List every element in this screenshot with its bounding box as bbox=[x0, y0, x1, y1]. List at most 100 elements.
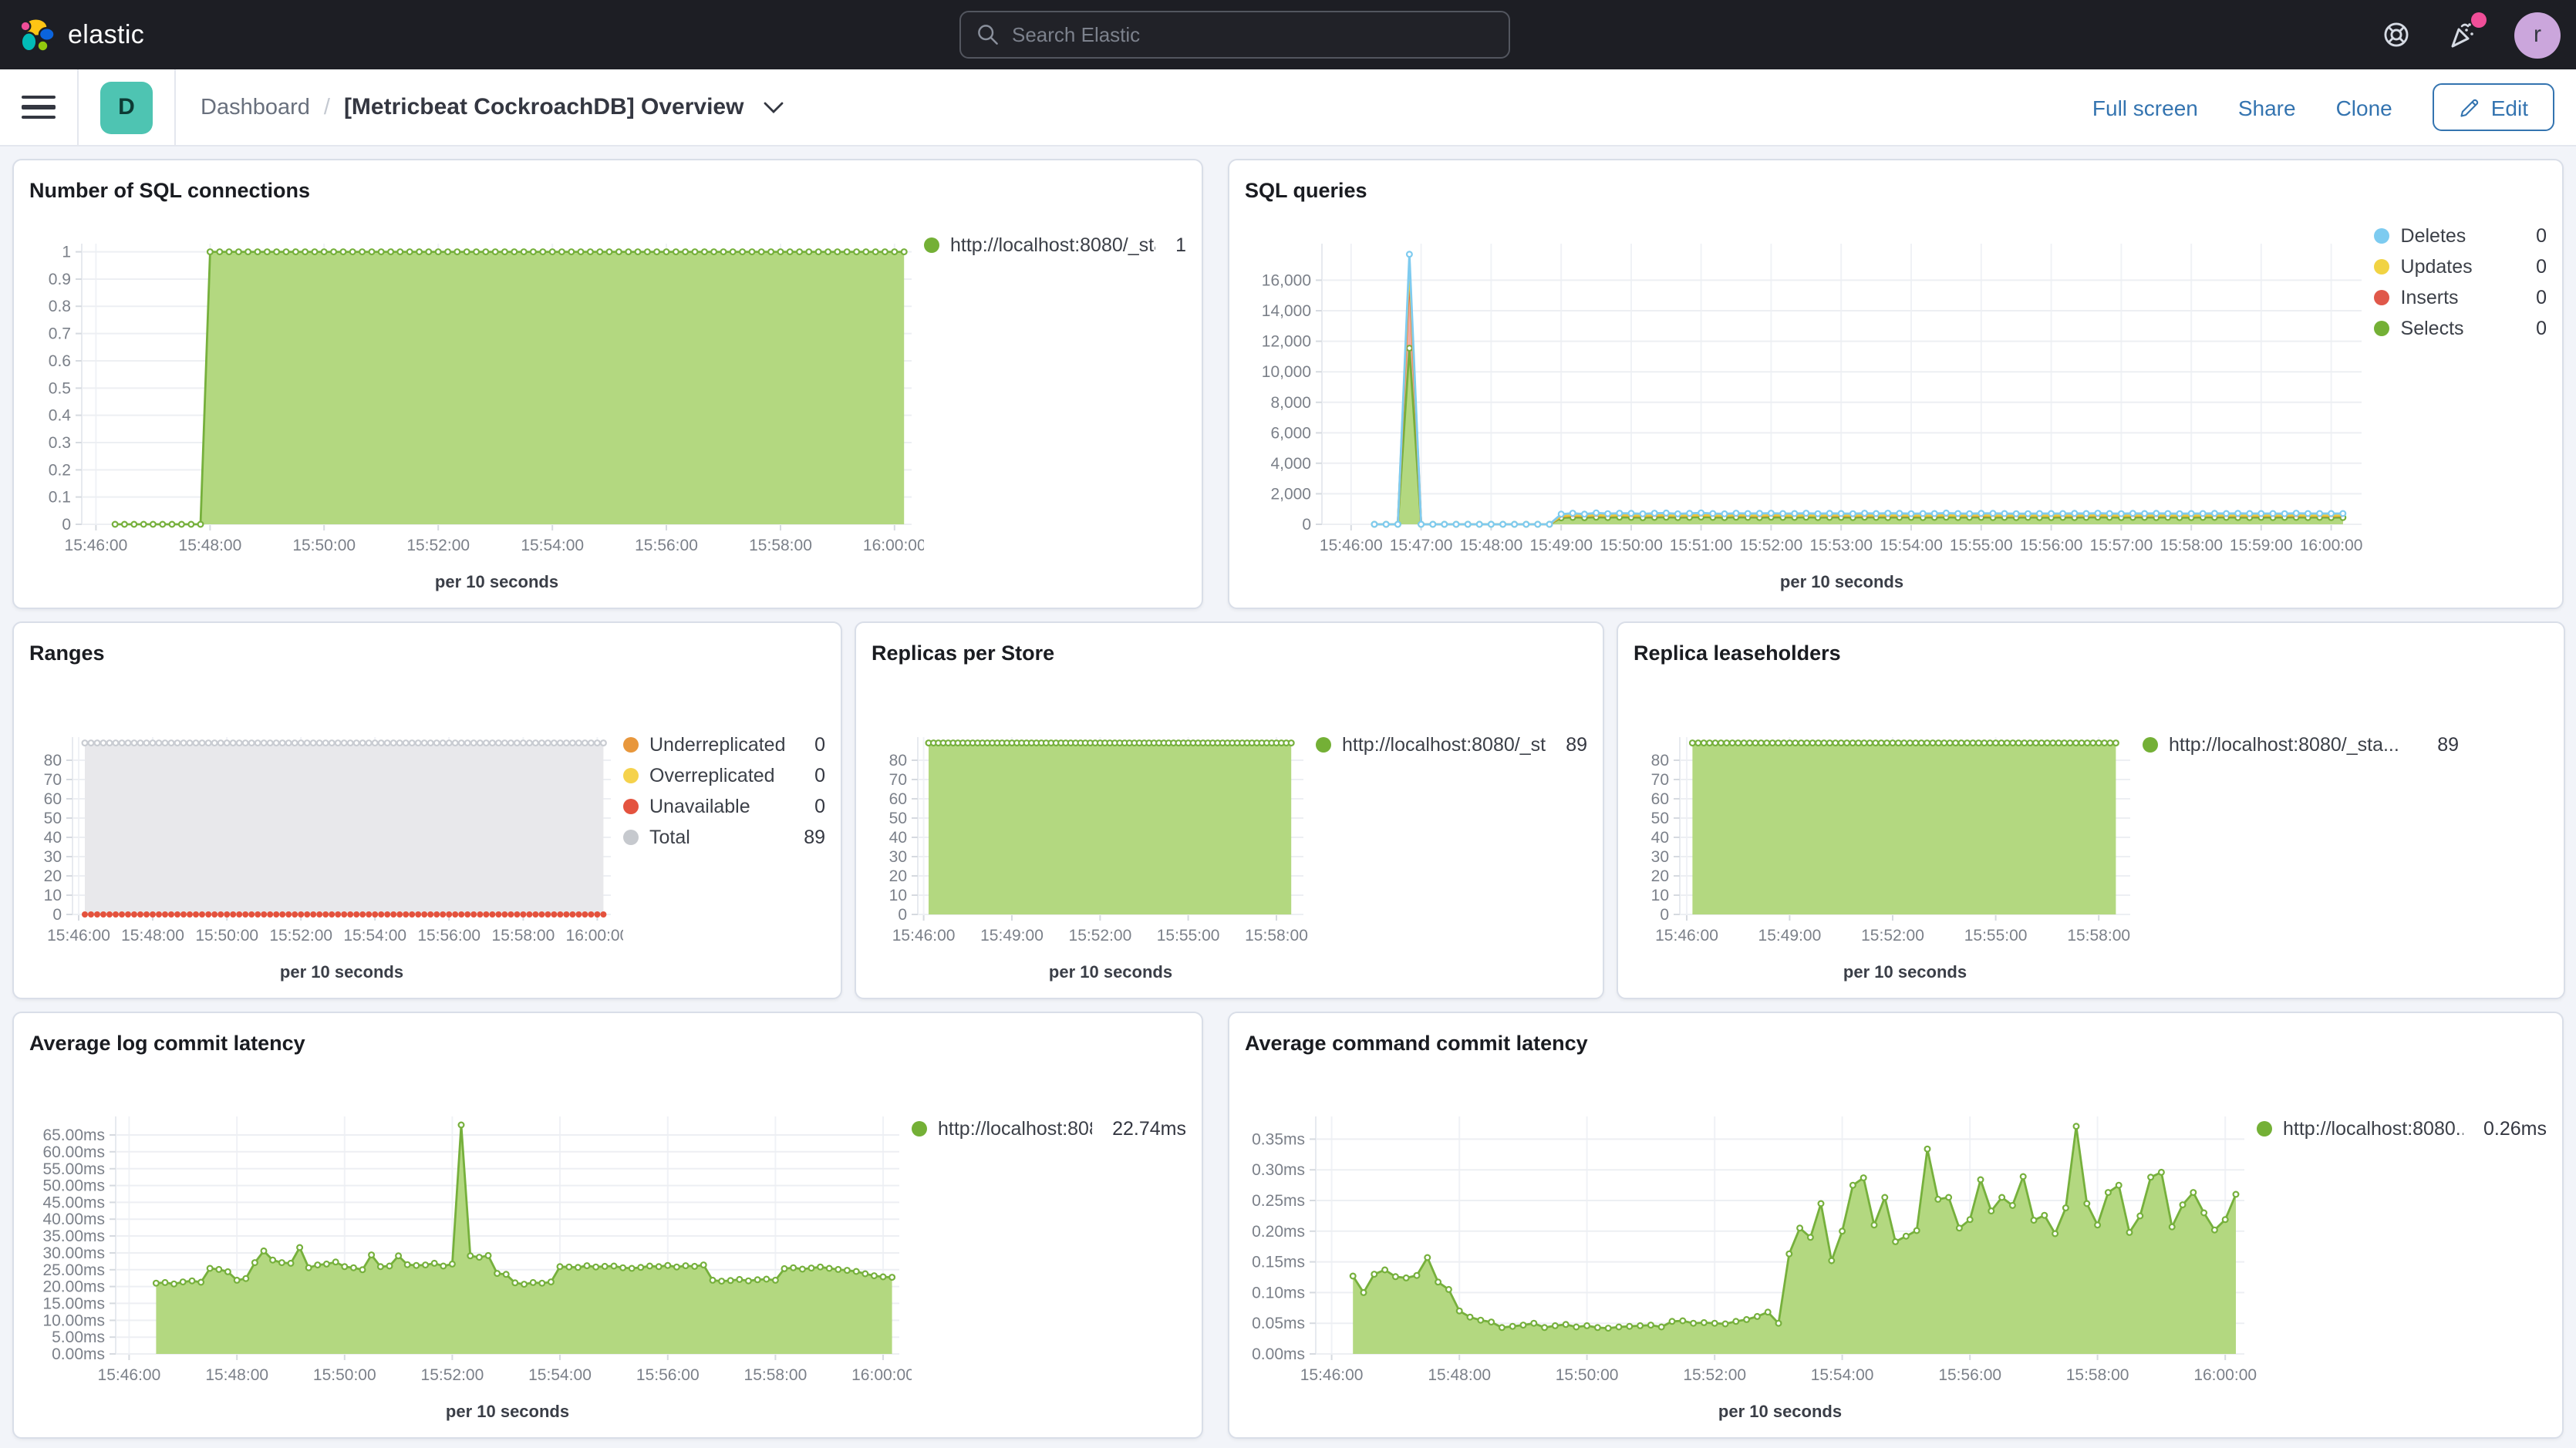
legend-item[interactable]: Selects0 bbox=[2375, 318, 2547, 339]
svg-text:per 10 seconds: per 10 seconds bbox=[446, 1402, 569, 1421]
chart-legend: http://localhost:8080/_stat...1 bbox=[924, 213, 1186, 595]
svg-text:15:58:00: 15:58:00 bbox=[749, 537, 812, 554]
area-chart[interactable]: 15:46:0015:48:0015:50:0015:52:0015:54:00… bbox=[29, 675, 623, 985]
legend-value: 89 bbox=[2428, 734, 2459, 756]
legend-label: http://localhost:8080/_sta... bbox=[1342, 734, 1546, 756]
svg-text:0.00ms: 0.00ms bbox=[52, 1345, 105, 1363]
svg-text:25.00ms: 25.00ms bbox=[42, 1261, 105, 1279]
legend-item[interactable]: http://localhost:8080/_stat...1 bbox=[924, 234, 1186, 256]
legend-swatch bbox=[623, 768, 639, 783]
area-chart[interactable]: 15:46:0015:48:0015:50:0015:52:0015:54:00… bbox=[29, 213, 924, 595]
svg-text:30: 30 bbox=[889, 848, 907, 866]
svg-text:0: 0 bbox=[898, 906, 907, 924]
legend-item[interactable]: Total89 bbox=[623, 827, 825, 848]
svg-text:per 10 seconds: per 10 seconds bbox=[435, 572, 558, 591]
panel-replicas-per-store[interactable]: Replicas per Store 15:46:0015:49:0015:52… bbox=[855, 621, 1604, 999]
area-chart[interactable]: 15:46:0015:49:0015:52:0015:55:0015:58:00… bbox=[1634, 675, 2143, 985]
legend-item[interactable]: Updates0 bbox=[2375, 256, 2547, 278]
panel-sql-queries[interactable]: SQL queries 15:46:0015:47:0015:48:0015:4… bbox=[1228, 159, 2564, 609]
panel-ranges[interactable]: Ranges 15:46:0015:48:0015:50:0015:52:001… bbox=[12, 621, 842, 999]
legend-swatch bbox=[623, 799, 639, 814]
legend-label: http://localhost:8080/_stat... bbox=[950, 234, 1155, 256]
svg-text:15:48:00: 15:48:00 bbox=[121, 927, 184, 945]
area-chart[interactable]: 15:46:0015:48:0015:50:0015:52:0015:54:00… bbox=[29, 1066, 912, 1425]
edit-button[interactable]: Edit bbox=[2433, 83, 2554, 131]
dashboard-app-badge[interactable]: D bbox=[100, 81, 153, 133]
svg-text:1: 1 bbox=[62, 244, 71, 261]
svg-text:15:54:00: 15:54:00 bbox=[521, 537, 584, 554]
legend-item[interactable]: http://localhost:8080...0.26ms bbox=[2257, 1118, 2547, 1140]
svg-text:16:00:00: 16:00:00 bbox=[2300, 537, 2363, 554]
svg-text:40: 40 bbox=[889, 829, 907, 847]
svg-text:15:54:00: 15:54:00 bbox=[528, 1366, 592, 1384]
svg-text:15:50:00: 15:50:00 bbox=[313, 1366, 376, 1384]
panel-replica-leaseholders[interactable]: Replica leaseholders 15:46:0015:49:0015:… bbox=[1617, 621, 2565, 999]
global-search[interactable] bbox=[959, 11, 1510, 59]
svg-text:70: 70 bbox=[1651, 771, 1669, 789]
dashboard-page: elastic bbox=[0, 0, 2576, 1448]
legend-item[interactable]: Unavailable0 bbox=[623, 796, 825, 817]
svg-text:15:47:00: 15:47:00 bbox=[1390, 537, 1453, 554]
help-button[interactable] bbox=[2379, 18, 2412, 52]
svg-text:30: 30 bbox=[44, 848, 62, 866]
svg-text:0: 0 bbox=[1302, 516, 1311, 534]
svg-text:80: 80 bbox=[44, 752, 62, 769]
divider bbox=[174, 69, 176, 146]
legend-label: Selects bbox=[2401, 318, 2464, 339]
share-button[interactable]: Share bbox=[2238, 95, 2296, 120]
svg-text:0: 0 bbox=[52, 906, 62, 924]
area-chart[interactable]: 15:46:0015:48:0015:50:0015:52:0015:54:00… bbox=[1245, 1066, 2257, 1425]
avatar[interactable]: r bbox=[2514, 12, 2561, 58]
svg-text:0.10ms: 0.10ms bbox=[1252, 1284, 1305, 1302]
svg-text:10: 10 bbox=[889, 887, 907, 904]
legend-item[interactable]: Underreplicated0 bbox=[623, 734, 825, 756]
elastic-logo[interactable]: elastic bbox=[0, 16, 144, 53]
svg-text:20: 20 bbox=[889, 867, 907, 885]
panel-title: Average command commit latency bbox=[1245, 1029, 2547, 1066]
svg-text:0.4: 0.4 bbox=[49, 407, 72, 425]
svg-text:15:52:00: 15:52:00 bbox=[1683, 1366, 1746, 1384]
pencil-icon bbox=[2459, 96, 2480, 118]
svg-text:0.05ms: 0.05ms bbox=[1252, 1315, 1305, 1332]
svg-text:0.30ms: 0.30ms bbox=[1252, 1161, 1305, 1179]
news-button[interactable] bbox=[2446, 18, 2480, 52]
legend-item[interactable]: http://localhost:8080/_sta...89 bbox=[1316, 734, 1587, 756]
svg-text:15:52:00: 15:52:00 bbox=[1740, 537, 1803, 554]
svg-text:15:52:00: 15:52:00 bbox=[269, 927, 332, 945]
full-screen-button[interactable]: Full screen bbox=[2092, 95, 2198, 120]
svg-text:4,000: 4,000 bbox=[1270, 455, 1311, 473]
svg-text:15:58:00: 15:58:00 bbox=[2066, 1366, 2129, 1384]
title-menu-button[interactable] bbox=[764, 100, 784, 114]
legend-item[interactable]: Overreplicated0 bbox=[623, 765, 825, 786]
area-chart[interactable]: 15:46:0015:47:0015:48:0015:49:0015:50:00… bbox=[1245, 213, 2375, 595]
menu-button[interactable] bbox=[22, 95, 56, 120]
legend-value: 0 bbox=[805, 734, 825, 756]
search-input[interactable] bbox=[1012, 23, 1493, 46]
chart-legend: http://localhost:808...22.74ms bbox=[912, 1066, 1186, 1425]
svg-text:15:50:00: 15:50:00 bbox=[195, 927, 258, 945]
toolbar-actions: Full screen Share Clone Edit bbox=[2092, 83, 2554, 131]
legend-item[interactable]: http://localhost:808...22.74ms bbox=[912, 1118, 1186, 1140]
panel-sql-connections[interactable]: Number of SQL connections 15:46:0015:48:… bbox=[12, 159, 1203, 609]
legend-item[interactable]: Inserts0 bbox=[2375, 287, 2547, 308]
svg-text:15:50:00: 15:50:00 bbox=[1600, 537, 1663, 554]
panel-title: Replicas per Store bbox=[872, 638, 1587, 675]
legend-label: http://localhost:8080... bbox=[2283, 1118, 2463, 1140]
legend-value: 0 bbox=[2527, 256, 2547, 278]
svg-text:50: 50 bbox=[1651, 810, 1669, 827]
panel-log-commit-latency[interactable]: Average log commit latency 15:46:0015:48… bbox=[12, 1012, 1203, 1439]
chart-legend: Underreplicated0 Overreplicated0 Unavailab… bbox=[623, 675, 825, 985]
legend-item[interactable]: http://localhost:8080/_sta...89 bbox=[2143, 734, 2459, 756]
breadcrumb-dashboard-link[interactable]: Dashboard bbox=[201, 95, 310, 120]
chart-legend: http://localhost:8080/_sta...89 bbox=[1316, 675, 1587, 985]
svg-text:15:56:00: 15:56:00 bbox=[635, 537, 698, 554]
legend-item[interactable]: Deletes0 bbox=[2375, 225, 2547, 247]
svg-text:10: 10 bbox=[44, 887, 62, 904]
area-chart[interactable]: 15:46:0015:49:0015:52:0015:55:0015:58:00… bbox=[872, 675, 1316, 985]
clone-button[interactable]: Clone bbox=[2336, 95, 2392, 120]
svg-text:35.00ms: 35.00ms bbox=[42, 1227, 105, 1245]
panel-command-commit-latency[interactable]: Average command commit latency 15:46:001… bbox=[1228, 1012, 2564, 1439]
svg-text:0.7: 0.7 bbox=[49, 325, 71, 343]
svg-text:2,000: 2,000 bbox=[1270, 485, 1311, 503]
svg-text:15:54:00: 15:54:00 bbox=[1880, 537, 1943, 554]
